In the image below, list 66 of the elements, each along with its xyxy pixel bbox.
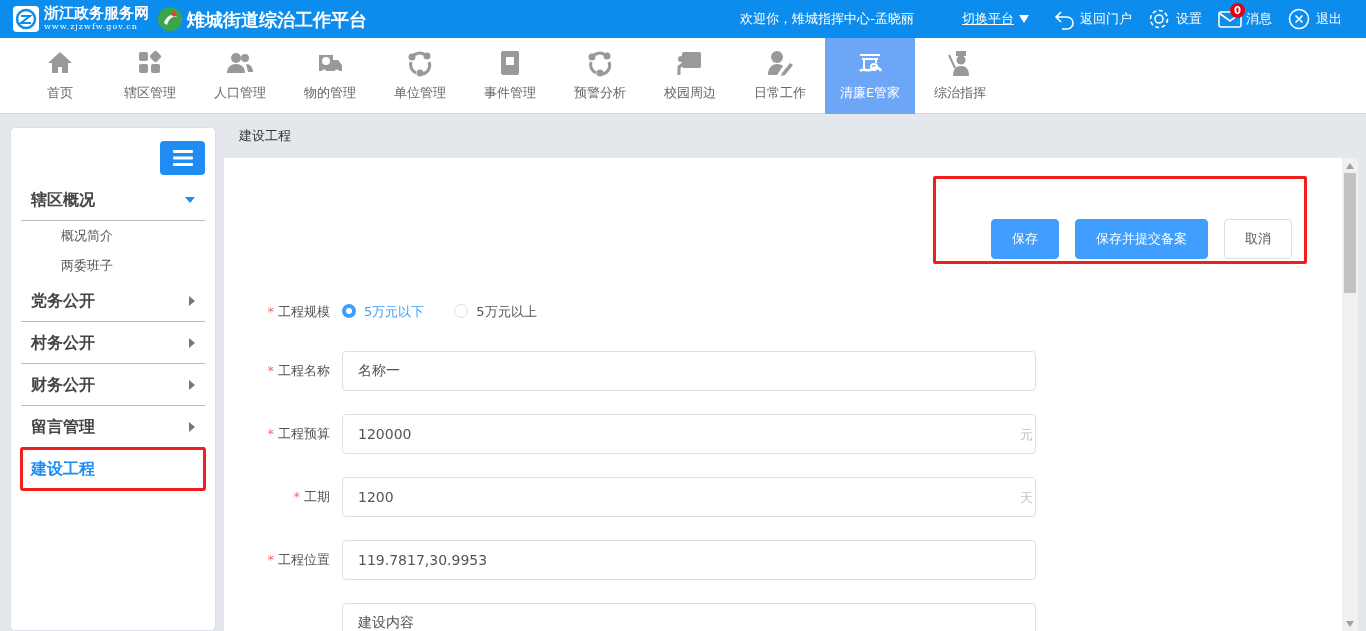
cancel-button[interactable]: 取消 [1224,218,1292,259]
return-arrow-icon [1054,8,1076,30]
required-mark: * [267,363,274,379]
close-circle-icon [1288,8,1312,30]
field-label: 工程规模 [278,303,330,319]
radio-option[interactable]: 5万元以上 [454,301,537,321]
caret-right-icon [189,379,195,390]
sidebar-group[interactable]: 党务公开 [21,280,205,322]
menu-button[interactable] [160,141,205,175]
unread-count-badge: 0 [1230,3,1245,18]
scrollbar-thumb[interactable] [1344,172,1356,293]
required-mark: * [267,552,274,568]
nav-tab[interactable]: 首页 [15,38,105,114]
caret-down-icon [1018,14,1030,24]
required-mark: * [267,303,274,319]
input-field[interactable]: 建设内容 [342,603,1036,631]
person-pen-icon [766,49,794,78]
scroll-down-icon [1346,621,1354,627]
switch-platform-link[interactable]: 切换平台 [962,9,1030,29]
nav-tab[interactable]: 预警分析 [555,38,645,114]
sidebar-item[interactable]: 概况简介 [21,221,205,251]
sidebar-group[interactable]: 建设工程 [21,448,205,490]
caret-right-icon [189,295,195,306]
unit-label: 元 [1020,426,1033,444]
scroll-up-icon [1346,162,1354,169]
caret-right-icon [189,421,195,432]
envelope-icon [1218,8,1242,30]
caret-down-icon [185,196,195,203]
nav-tab[interactable]: 校园周边 [645,38,735,114]
unit-label: 天 [1020,489,1033,507]
nav-tab[interactable]: 综治指挥 [915,38,1005,114]
nodes-icon [586,49,614,78]
messages-link[interactable]: 消息 [1246,9,1272,29]
sidebar-group[interactable]: 财务公开 [21,364,205,406]
board-icon [676,49,704,78]
nav-tab[interactable]: 单位管理 [375,38,465,114]
emblem-icon [157,6,183,32]
nav-tab[interactable]: 人口管理 [195,38,285,114]
field-label: 工期 [304,489,330,505]
logout-link[interactable]: 退出 [1288,8,1342,30]
required-mark: * [293,489,300,505]
return-portal-link[interactable]: 返回门户 [1054,8,1132,30]
input-field[interactable]: 名称一 [342,351,1036,391]
breadcrumb: 建设工程 [238,127,292,145]
caret-right-icon [189,337,195,348]
site-title: 浙江政务服务网 [44,5,149,21]
nav-tab[interactable]: 日常工作 [735,38,825,114]
field-label: 工程位置 [278,552,330,568]
input-field[interactable]: 119.7817,30.9953 [342,540,1036,580]
sidebar-group[interactable]: 村务公开 [21,322,205,364]
menu-icon [172,150,193,166]
nav-tab[interactable]: 事件管理 [465,38,555,114]
field-label: 工程名称 [278,363,330,379]
nodes-icon [406,49,434,78]
sidebar-group[interactable]: 辖区概况 [21,179,205,221]
platform-title: 雉城街道综治工作平台 [187,7,367,32]
settings-link[interactable]: 设置 [1148,8,1202,30]
sidebar-item[interactable]: 两委班子 [21,250,205,280]
site-url: www.zjzwfw.gov.cn [44,21,139,33]
sidebar-group[interactable]: 留言管理 [21,406,205,448]
nav-tab[interactable]: 辖区管理 [105,38,195,114]
logo-icon [12,5,40,33]
field-label: 工程预算 [278,426,330,442]
welcome-text: 欢迎你，雉城指挥中心-孟晓丽 [740,10,914,29]
nav-tab[interactable]: 物的管理 [285,38,375,114]
required-mark: * [267,426,274,442]
